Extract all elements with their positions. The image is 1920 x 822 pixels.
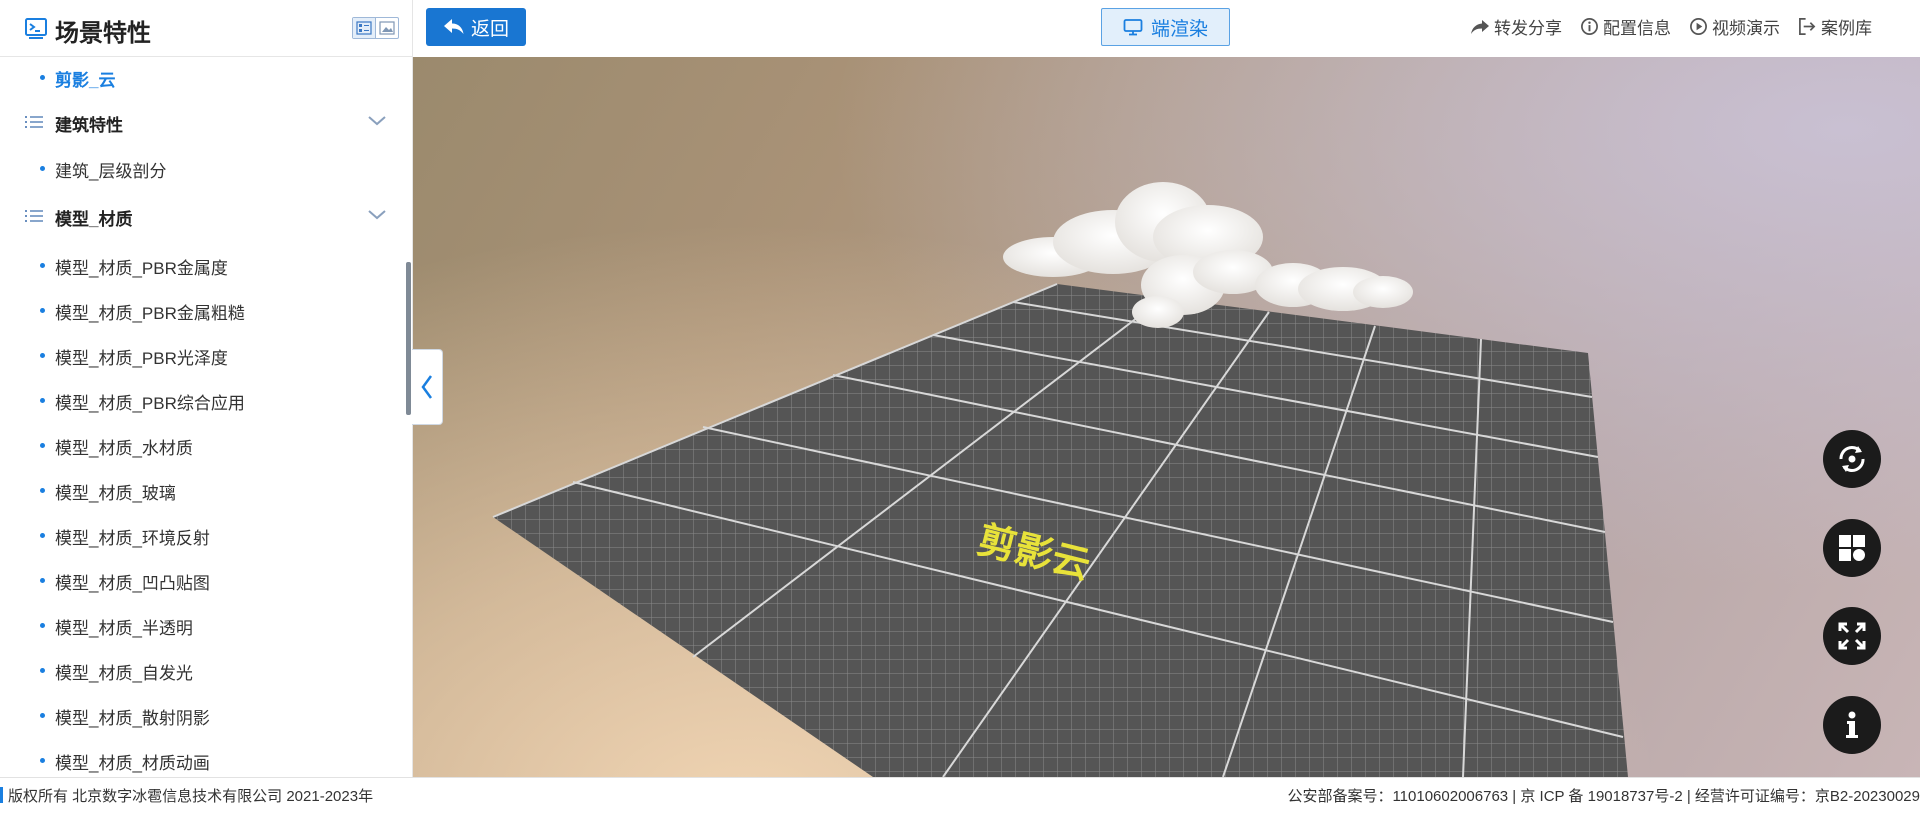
- chevron-down-icon[interactable]: [367, 208, 387, 222]
- list-view-icon: [356, 21, 372, 35]
- bullet-icon: [40, 308, 45, 313]
- case-library-link[interactable]: 案例库: [1798, 14, 1872, 39]
- bullet-icon: [40, 533, 45, 538]
- tree-item-label: 模型_材质_材质动画: [55, 754, 210, 773]
- copyright-text: 版权所有 北京数字冰雹信息技术有限公司 2021-2023年: [8, 788, 374, 805]
- case-library-label: 案例库: [1821, 19, 1872, 38]
- license-text: 公安部备案号：11010602006763 | 京 ICP 备 19018737…: [1287, 788, 1920, 805]
- bullet-icon: [40, 263, 45, 268]
- tree-item[interactable]: 模型_材质_散射阴影: [0, 695, 406, 735]
- tree-item-label: 模型_材质_半透明: [55, 619, 193, 638]
- toolbar-links: 转发分享 配置信息 视频演示 案例库: [1470, 14, 1872, 39]
- config-info-link[interactable]: 配置信息: [1580, 14, 1671, 39]
- video-demo-link[interactable]: 视频演示: [1689, 14, 1780, 39]
- share-icon: [1471, 19, 1489, 34]
- page-footer: 版权所有 北京数字冰雹信息技术有限公司 2021-2023年 公安部备案号：11…: [0, 777, 1920, 822]
- tree-item-label: 模型_材质_水材质: [55, 439, 193, 458]
- exit-icon: [1799, 18, 1816, 35]
- back-button-label: 返回: [470, 18, 509, 40]
- tree-item[interactable]: 剪影_云: [0, 57, 406, 97]
- bullet-icon: [40, 713, 45, 718]
- tree-item-label: 模型_材质_凹凸贴图: [55, 574, 210, 593]
- config-info-label: 配置信息: [1603, 19, 1671, 38]
- play-circle-icon: [1690, 18, 1707, 35]
- rotate-icon: [1839, 446, 1865, 472]
- rotate-view-button[interactable]: [1823, 430, 1881, 488]
- tree-item[interactable]: 模型_材质_PBR光泽度: [0, 335, 406, 375]
- chevron-down-icon[interactable]: [367, 114, 387, 128]
- info-circle-icon: [1581, 18, 1598, 35]
- sidebar-collapse-button[interactable]: [412, 349, 443, 425]
- tree-item-label: 模型_材质_玻璃: [55, 484, 176, 503]
- tree-item-label: 模型_材质_PBR金属粗糙: [55, 304, 245, 323]
- tree-item[interactable]: 建筑_层级剖分: [0, 148, 406, 188]
- bullet-icon: [40, 488, 45, 493]
- back-arrow-icon: [443, 19, 464, 34]
- bullet-icon: [40, 443, 45, 448]
- expand-icon: [1838, 622, 1866, 650]
- fullscreen-button[interactable]: [1823, 607, 1881, 665]
- tree-item-label: 模型_材质_PBR综合应用: [55, 394, 245, 413]
- monitor-icon: [1123, 19, 1143, 36]
- bullet-icon: [40, 398, 45, 403]
- bullet-icon: [40, 623, 45, 628]
- scene-viewport[interactable]: 剪影云: [413, 57, 1920, 777]
- tree-item-label: 建筑_层级剖分: [55, 162, 167, 181]
- bullet-icon: [40, 166, 45, 171]
- bullet-icon: [40, 758, 45, 763]
- tree-item-label: 模型_材质_散射阴影: [55, 709, 210, 728]
- bullet-icon: [40, 75, 45, 80]
- sidebar-header: 场景特性: [0, 0, 412, 57]
- list-view-button[interactable]: [353, 18, 375, 38]
- back-button[interactable]: 返回: [426, 8, 526, 46]
- chevron-left-icon: [421, 375, 433, 399]
- layers-button[interactable]: [1823, 519, 1881, 577]
- bullet-icon: [40, 668, 45, 673]
- info-button[interactable]: [1823, 696, 1881, 754]
- tree-group-label: 建筑特性: [55, 116, 123, 135]
- info-icon: [1846, 711, 1858, 738]
- top-toolbar: 返回 端渲染 转发分享 配置信息 视频演示 案例库: [413, 0, 1920, 56]
- scene-render: 剪影云: [492, 182, 1628, 777]
- tree-item-label: 模型_材质_PBR金属度: [55, 259, 228, 278]
- bullet-icon: [40, 578, 45, 583]
- list-icon: [25, 210, 43, 222]
- card-view-button[interactable]: [375, 18, 398, 38]
- render-mode-button[interactable]: 端渲染: [1101, 8, 1230, 46]
- tree-item-label: 剪影_云: [55, 71, 116, 90]
- tree-item[interactable]: 模型_材质_玻璃: [0, 470, 406, 510]
- share-link[interactable]: 转发分享: [1470, 14, 1562, 39]
- share-link-label: 转发分享: [1494, 19, 1562, 38]
- tree-item[interactable]: 模型_材质_环境反射: [0, 515, 406, 555]
- footer-marker: [0, 787, 3, 803]
- card-view-icon: [379, 21, 395, 35]
- tree-item[interactable]: 模型_材质_水材质: [0, 425, 406, 465]
- tree-group[interactable]: 建筑特性: [0, 102, 406, 142]
- view-toggle: [352, 17, 399, 39]
- tree-item-label: 模型_材质_环境反射: [55, 529, 210, 548]
- bullet-icon: [40, 353, 45, 358]
- video-demo-label: 视频演示: [1712, 19, 1780, 38]
- tiles-icon: [1839, 535, 1865, 561]
- console-icon: [25, 18, 47, 39]
- tree-item[interactable]: 模型_材质_PBR金属粗糙: [0, 290, 406, 330]
- tree-item[interactable]: 模型_材质_半透明: [0, 605, 406, 645]
- tree-item-label: 模型_材质_自发光: [55, 664, 193, 683]
- sidebar-scrollbar[interactable]: [406, 262, 411, 415]
- tree-group-label: 模型_材质: [55, 210, 133, 229]
- tree-item[interactable]: 模型_材质_自发光: [0, 650, 406, 690]
- tree-group[interactable]: 模型_材质: [0, 196, 406, 236]
- tree-item[interactable]: 模型_材质_凹凸贴图: [0, 560, 406, 600]
- tree-item[interactable]: 模型_材质_材质动画: [0, 740, 406, 777]
- tree-item-label: 模型_材质_PBR光泽度: [55, 349, 228, 368]
- list-icon: [25, 116, 43, 128]
- render-mode-label: 端渲染: [1150, 18, 1208, 40]
- tree-item[interactable]: 模型_材质_PBR综合应用: [0, 380, 406, 420]
- sidebar-title: 场景特性: [55, 20, 151, 47]
- scene-sidebar: 场景特性 剪影_云 建筑特性 建筑_层级剖分 模型_材质 模型_材质_PBR金属…: [0, 0, 413, 777]
- tree-item[interactable]: 模型_材质_PBR金属度: [0, 245, 406, 285]
